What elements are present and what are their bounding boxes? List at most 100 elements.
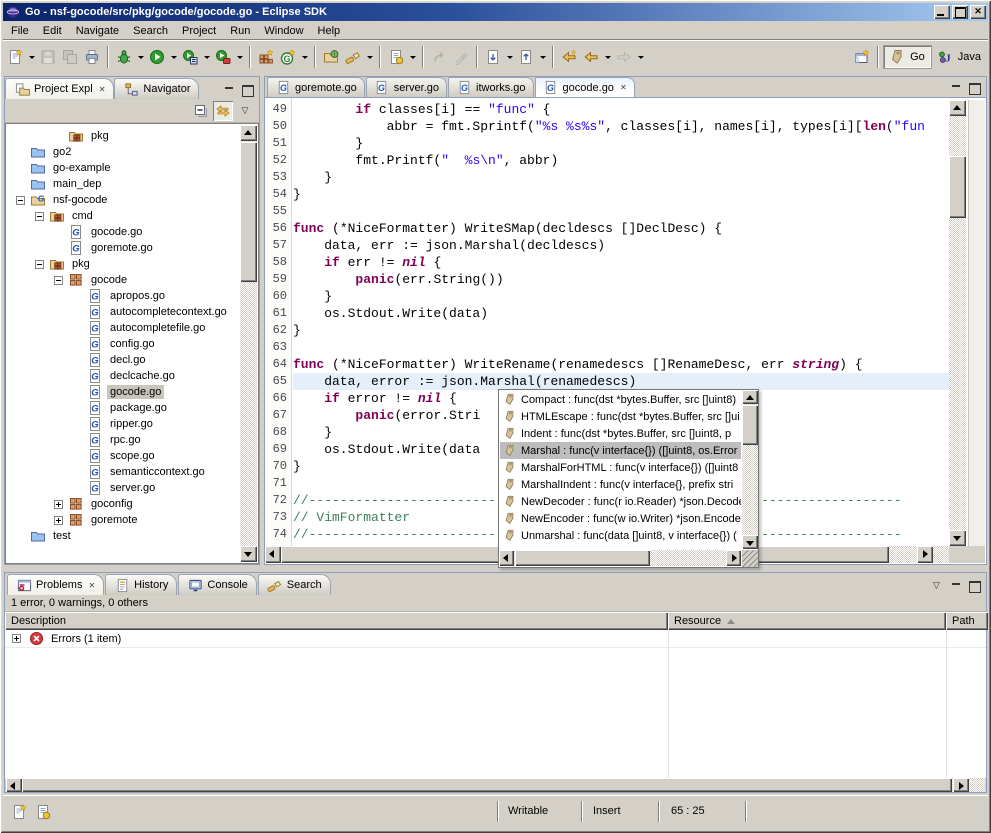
maximize-button[interactable] <box>952 5 968 19</box>
explorer-tab-project-expl[interactable]: Project Expl✕ <box>5 78 114 99</box>
problems-tab-history[interactable]: History <box>105 574 177 595</box>
tree-item-server-go[interactable]: Gserver.go <box>73 480 158 496</box>
maximize-view-button[interactable] <box>240 84 255 97</box>
code-line-62[interactable]: } <box>293 322 949 339</box>
back-button[interactable] <box>580 46 602 68</box>
scroll-down-button[interactable] <box>240 546 257 562</box>
code-line-55[interactable] <box>293 203 949 220</box>
menu-run[interactable]: Run <box>223 23 257 39</box>
popup-resize-grip[interactable] <box>742 550 758 567</box>
scroll-up-button[interactable] <box>240 125 257 141</box>
back-star-button[interactable] <box>558 46 580 68</box>
fast-view-button[interactable] <box>9 802 29 822</box>
external-tools-button[interactable] <box>212 46 234 68</box>
code-line-63[interactable] <box>293 339 949 356</box>
expander-minus-icon[interactable] <box>16 196 25 205</box>
scroll-up-button[interactable] <box>742 390 758 404</box>
menu-edit[interactable]: Edit <box>36 23 69 39</box>
problems-tab-search[interactable]: Search <box>258 574 331 595</box>
column-header-description[interactable]: Description <box>5 612 668 630</box>
code-line-58[interactable]: if err != nil { <box>293 254 949 271</box>
back-dropdown[interactable] <box>602 46 613 68</box>
collapse-all-button[interactable] <box>191 101 211 121</box>
run-history-dropdown[interactable] <box>201 46 212 68</box>
editor-tab-goremote-go[interactable]: Ggoremote.go <box>267 77 365 97</box>
menu-help[interactable]: Help <box>311 23 348 39</box>
expander-plus-icon[interactable] <box>12 634 21 643</box>
tree-item-pkg[interactable]: pkg <box>54 128 112 144</box>
scroll-left-button[interactable] <box>499 550 514 566</box>
popup-vertical-scrollbar[interactable] <box>742 390 758 549</box>
maximize-view-button[interactable] <box>967 580 982 593</box>
completion-item[interactable]: NewEncoder : func(w io.Writer) *json.Enc… <box>500 510 741 527</box>
minimize-button[interactable] <box>934 5 950 19</box>
tree-item-declcache-go[interactable]: Gdeclcache.go <box>73 368 178 384</box>
expander-minus-icon[interactable] <box>54 276 63 285</box>
completion-item[interactable]: MarshalForHTML : func(v interface{}) ([]… <box>500 459 741 476</box>
editor-vertical-scrollbar[interactable] <box>949 100 966 546</box>
explorer-tab-navigator[interactable]: Navigator <box>114 78 199 99</box>
completion-item[interactable]: Indent : func(dst *bytes.Buffer, src []u… <box>500 425 741 442</box>
popup-horizontal-scrollbar[interactable] <box>499 550 741 566</box>
code-line-49[interactable]: if classes[i] == "func" { <box>293 101 949 118</box>
code-line-61[interactable]: os.Stdout.Write(data) <box>293 305 949 322</box>
tree-item-gocode[interactable]: gocode <box>54 272 130 288</box>
scroll-thumb[interactable] <box>742 405 758 445</box>
run-history-button[interactable] <box>179 46 201 68</box>
code-line-59[interactable]: panic(err.String()) <box>293 271 949 288</box>
tree-item-autocompletefile-go[interactable]: Gautocompletefile.go <box>73 320 208 336</box>
new-wizard-dropdown[interactable] <box>26 46 37 68</box>
new-go-package-button[interactable] <box>255 46 277 68</box>
next-annotation-dropdown[interactable] <box>504 46 515 68</box>
scroll-thumb[interactable] <box>515 550 650 566</box>
code-line-52[interactable]: fmt.Printf(" %s\n", abbr) <box>293 152 949 169</box>
tree-item-pkg[interactable]: pkg <box>35 256 93 272</box>
scroll-up-button[interactable] <box>949 100 966 116</box>
debug-button[interactable] <box>113 46 135 68</box>
last-edit-button[interactable] <box>385 46 407 68</box>
completion-item[interactable]: MarshalIndent : func(v interface{}, pref… <box>500 476 741 493</box>
minimize-view-button[interactable] <box>222 84 237 97</box>
link-with-editor-button[interactable] <box>213 101 233 121</box>
scroll-left-button[interactable] <box>265 546 281 563</box>
scroll-left-button[interactable] <box>6 778 22 792</box>
tree-item-goremote[interactable]: goremote <box>54 512 140 528</box>
menu-window[interactable]: Window <box>257 23 310 39</box>
editor-tab-gocode-go[interactable]: Ggocode.go✕ <box>535 77 635 97</box>
tree-scrollbar[interactable] <box>240 125 257 562</box>
debug-dropdown[interactable] <box>135 46 146 68</box>
expander-minus-icon[interactable] <box>35 260 44 269</box>
minimize-view-button[interactable] <box>949 82 964 95</box>
editor-tab-server-go[interactable]: Gserver.go <box>366 77 447 97</box>
editor-tab-itworks-go[interactable]: Gitworks.go <box>448 77 534 97</box>
tree-item-main-dep[interactable]: main_dep <box>16 176 104 192</box>
completion-item[interactable]: Compact : func(dst *bytes.Buffer, src []… <box>500 391 741 408</box>
menu-file[interactable]: File <box>4 23 36 39</box>
tree-item-goconfig[interactable]: goconfig <box>54 496 136 512</box>
tree-item-semanticcontext-go[interactable]: Gsemanticcontext.go <box>73 464 208 480</box>
scroll-down-button[interactable] <box>742 535 758 549</box>
tree-item-cmd[interactable]: cmd <box>35 208 96 224</box>
menu-search[interactable]: Search <box>126 23 175 39</box>
code-line-64[interactable]: func (*NiceFormatter) WriteRename(rename… <box>293 356 949 373</box>
view-menu-button[interactable]: ▽ <box>235 101 255 121</box>
new-wizard-button[interactable] <box>4 46 26 68</box>
tree-item-rpc-go[interactable]: Grpc.go <box>73 432 144 448</box>
scroll-thumb[interactable] <box>949 156 966 218</box>
next-annotation-button[interactable] <box>482 46 504 68</box>
prev-annotation-button[interactable] <box>515 46 537 68</box>
new-go-type-dropdown[interactable] <box>299 46 310 68</box>
scroll-down-button[interactable] <box>949 530 966 546</box>
scroll-right-button[interactable] <box>726 550 741 566</box>
scroll-thumb[interactable] <box>22 778 952 792</box>
code-line-65[interactable]: data, error := json.Marshal(renamedescs) <box>293 373 949 390</box>
problems-horizontal-scrollbar[interactable] <box>6 778 985 792</box>
prev-annotation-dropdown[interactable] <box>537 46 548 68</box>
tree-item-config-go[interactable]: Gconfig.go <box>73 336 158 352</box>
tree-item-autocompletecontext-go[interactable]: Gautocompletecontext.go <box>73 304 230 320</box>
column-header-resource[interactable]: Resource <box>668 612 946 630</box>
search-button[interactable] <box>342 46 364 68</box>
tree-item-nsf-gocode[interactable]: Gnsf-gocode <box>16 192 110 208</box>
expander-minus-icon[interactable] <box>35 212 44 221</box>
completion-item[interactable]: Unmarshal : func(data []uint8, v interfa… <box>500 527 741 544</box>
